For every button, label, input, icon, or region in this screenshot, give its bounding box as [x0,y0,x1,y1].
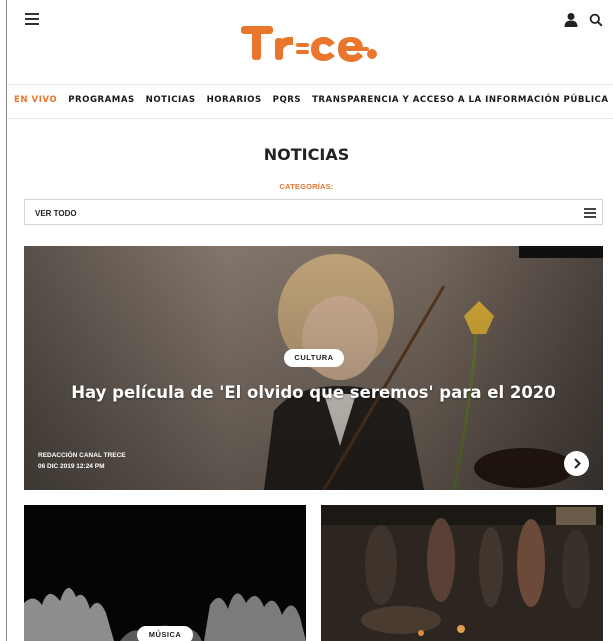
nav-item-en-vivo[interactable]: EN VIVO [14,95,57,105]
nav-top-divider [7,84,613,85]
user-icon[interactable] [564,12,578,28]
article-card[interactable]: MÚSICA [24,505,306,641]
list-menu-icon[interactable] [584,208,596,218]
featured-article-title[interactable]: Hay película de 'El olvido que seremos' … [24,383,603,402]
article-card-image [321,505,603,641]
category-chip[interactable]: CULTURA [284,349,344,367]
filter-selected-value: VER TODO [35,209,77,218]
category-chip[interactable]: MÚSICA [137,626,193,641]
page-title: NOTICIAS [263,145,350,164]
search-icon[interactable] [589,12,603,28]
nav-item-transparencia[interactable]: TRANSPARENCIA Y ACCESO A LA INFORMACIÓN … [312,95,608,105]
article-card-image [24,505,306,641]
main-nav: EN VIVO PROGRAMAS NOTICIAS HORARIOS PQRS… [14,95,609,105]
nav-bottom-divider [7,118,613,119]
category-filter-dropdown[interactable]: VER TODO [24,199,603,225]
categories-label: CATEGORÍAS: [279,182,334,191]
nav-item-pqrs[interactable]: PQRS [273,95,301,105]
next-button[interactable] [564,451,589,476]
left-border [6,0,7,641]
nav-item-programas[interactable]: PROGRAMAS [68,95,134,105]
article-date: 06 DIC 2019 12:24 PM [38,463,105,470]
featured-article-card[interactable]: CULTURA Hay película de 'El olvido que s… [24,246,603,490]
nav-item-noticias[interactable]: NOTICIAS [146,95,196,105]
nav-item-horarios[interactable]: HORARIOS [207,95,262,105]
menu-icon[interactable] [25,13,39,25]
article-author: REDACCIÓN CANAL TRECE [38,452,126,459]
trece-logo[interactable] [239,16,389,70]
article-card[interactable] [321,505,603,641]
chevron-right-icon [574,458,581,469]
